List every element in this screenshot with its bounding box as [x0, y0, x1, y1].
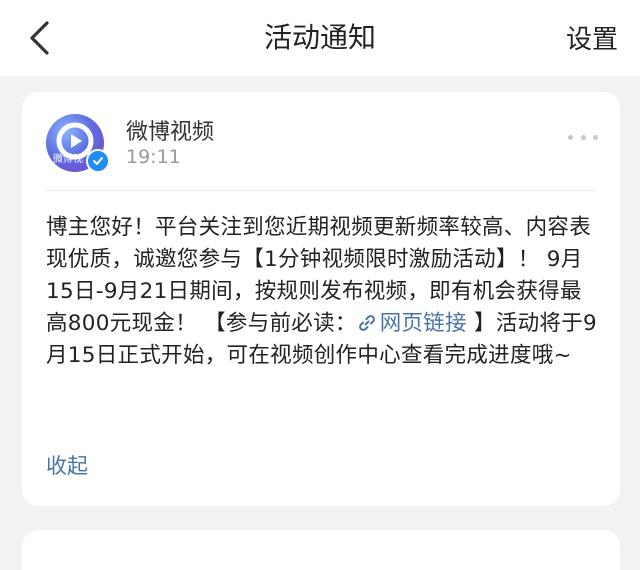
top-navigation-bar: 活动通知 设置: [0, 0, 640, 76]
more-options-button[interactable]: [568, 128, 598, 146]
page-title: 活动通知: [263, 21, 376, 54]
message-body: 博主您好！平台关注到您近期视频更新频率较高、内容表现优质，诚邀您参与【1分钟视频…: [46, 212, 602, 372]
web-link[interactable]: 网页链接: [357, 311, 467, 336]
verified-check-icon: [93, 157, 103, 165]
collapse-button[interactable]: 收起: [46, 450, 88, 480]
web-link-label: 网页链接: [379, 311, 467, 336]
avatar-caption: 微博视: [53, 154, 83, 165]
chevron-left-icon: [30, 21, 49, 55]
settings-button[interactable]: 设置: [566, 0, 618, 76]
link-icon: [358, 315, 375, 331]
next-notification-card: [22, 530, 620, 570]
sender-name[interactable]: 微博视频: [126, 114, 214, 146]
more-dots-icon: [568, 134, 573, 140]
back-button[interactable]: [20, 18, 60, 58]
message-timestamp: 19:11: [126, 146, 181, 168]
verified-badge: [86, 149, 110, 173]
notification-card: 微博视 微博视频 19:11 博主您好！平台关注到您近期视频更新频率较高、内容表…: [22, 92, 620, 506]
divider: [46, 190, 596, 191]
